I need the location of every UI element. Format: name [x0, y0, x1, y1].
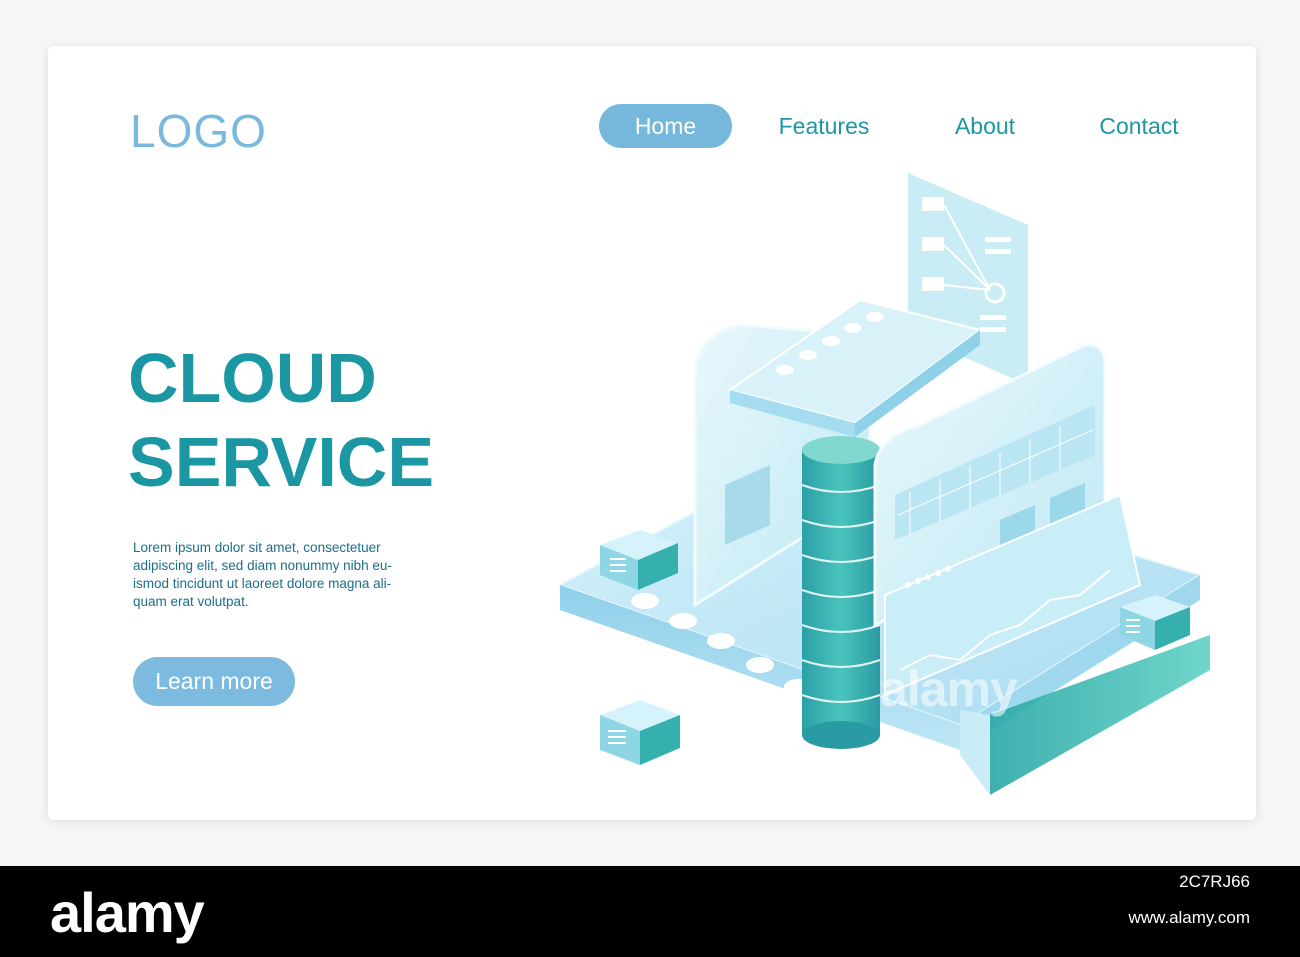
footer-brand: alamy — [50, 881, 205, 944]
hero-description-line: quam erat volutpat. — [133, 594, 249, 609]
footer-bar: alamy 2C7RJ66 www.alamy.com — [0, 866, 1300, 957]
footer-image-id: 2C7RJ66 — [1179, 872, 1250, 891]
hero-description-line: adipiscing elit, sed diam nonummy nibh e… — [133, 558, 392, 573]
hero-description: Lorem ipsum dolor sit amet, consectetuer… — [133, 539, 413, 611]
nav-home[interactable]: Home — [599, 104, 732, 148]
hero-description-line: ismod tincidunt ut laoreet dolore magna … — [133, 576, 392, 591]
learn-more-button[interactable]: Learn more — [133, 657, 295, 706]
server-column-icon — [801, 436, 881, 749]
hero-title: CLOUD SERVICE — [128, 336, 528, 504]
nav-about[interactable]: About — [935, 104, 1035, 148]
footer-url[interactable]: www.alamy.com — [1128, 908, 1250, 928]
nav-contact[interactable]: Contact — [1085, 104, 1193, 148]
watermark: alamy — [880, 661, 1018, 717]
nav-features[interactable]: Features — [760, 104, 888, 148]
logo[interactable]: LOGO — [130, 104, 267, 158]
hero-title-line-2: SERVICE — [128, 423, 435, 501]
hero-description-line: Lorem ipsum dolor sit amet, consectetuer — [133, 540, 381, 555]
small-server-cube-icon — [600, 700, 680, 765]
hero-title-line-1: CLOUD — [128, 339, 377, 417]
